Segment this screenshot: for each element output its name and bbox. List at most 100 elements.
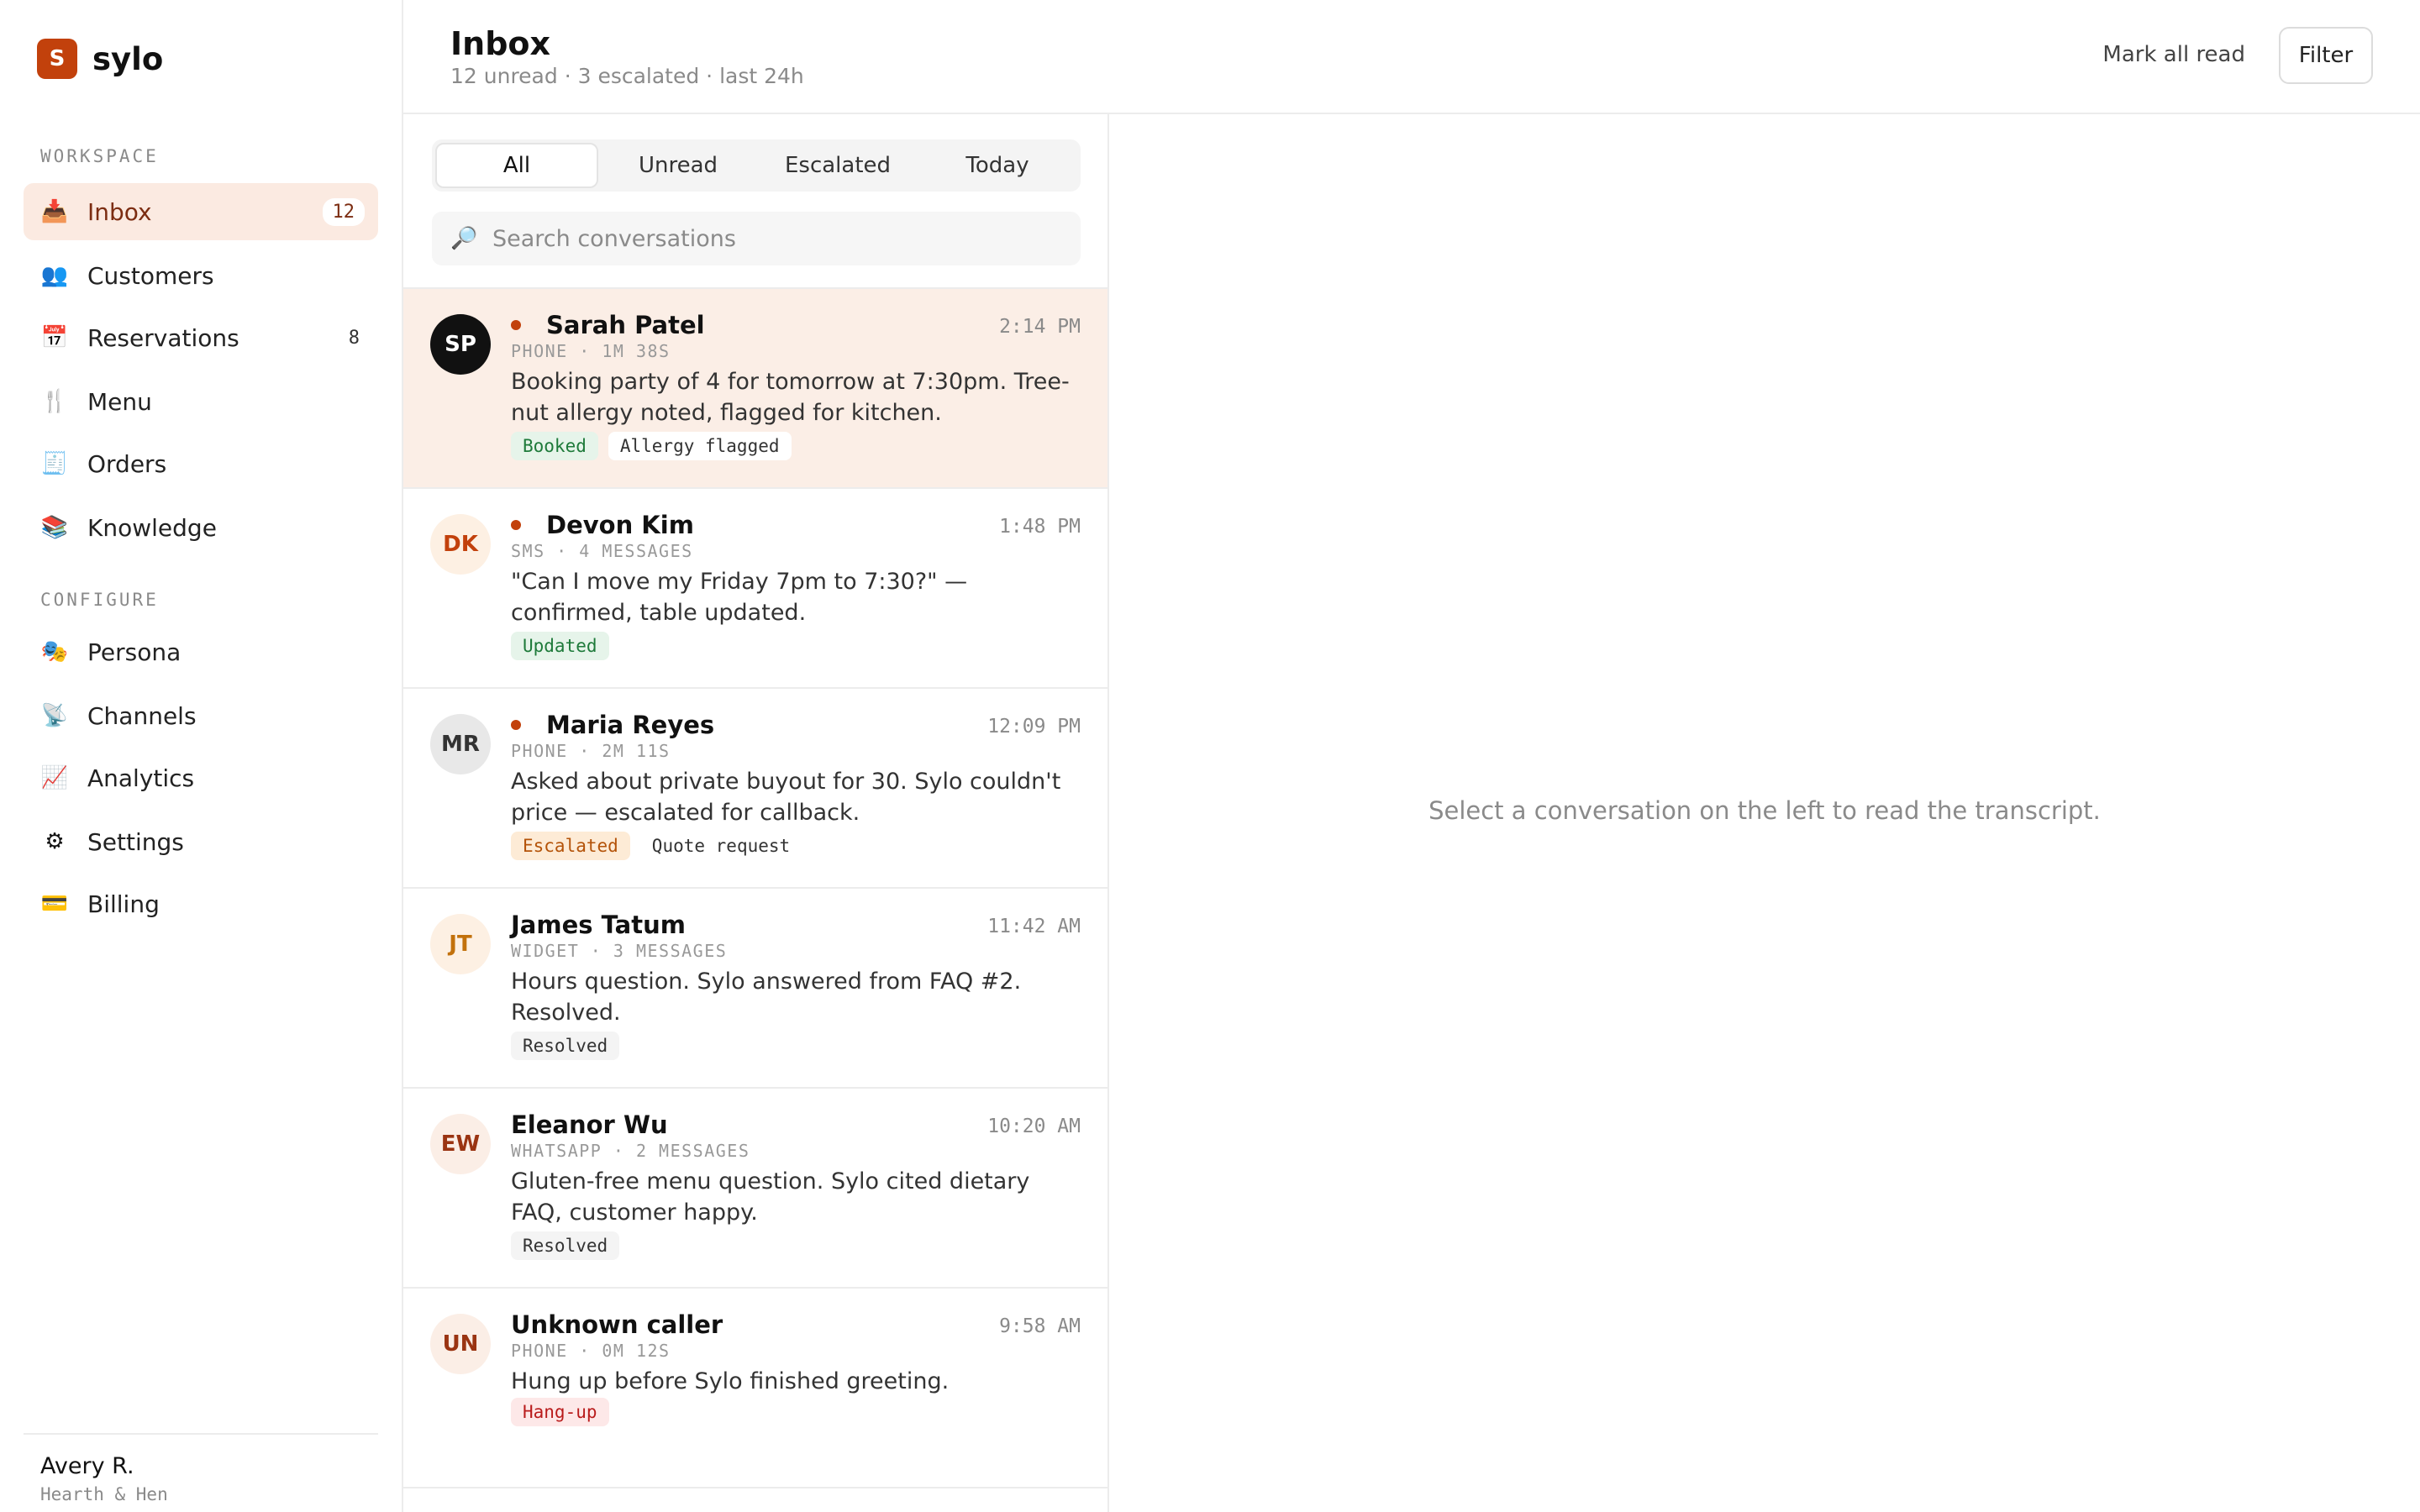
conversation-name-row: Sarah Patel: [511, 311, 705, 339]
status-badge: Booked: [511, 432, 598, 460]
channel-meta: WIDGET · 3 MESSAGES: [511, 941, 728, 961]
timestamp: 9:58 AM: [999, 1315, 1081, 1337]
conversation-summary: Booking party of 4 for tomorrow at 7:30p…: [511, 369, 1070, 426]
user-card[interactable]: Avery R. Hearth & Hen: [24, 1433, 378, 1504]
sidebar-item-count: 8: [348, 327, 360, 349]
user-name: Avery R.: [40, 1453, 134, 1479]
conversation-item[interactable]: JT James Tatum 11:42 AM WIDGET · 3 MESSAGES…: [403, 889, 1107, 1089]
avatar: DK: [430, 514, 491, 575]
timestamp: 12:09 PM: [987, 716, 1081, 738]
logo-icon: S: [37, 39, 77, 79]
timestamp: 10:20 AM: [987, 1116, 1081, 1137]
tab-unread[interactable]: Unread: [598, 143, 758, 188]
sidebar-item-label: Reservations: [87, 323, 239, 352]
conversation-summary: Hung up before Sylo finished greeting.: [511, 1368, 950, 1394]
sidebar-item-label: Customers: [87, 261, 214, 290]
search-icon: 🔎: [450, 226, 478, 251]
sidebar-item-label: Knowledge: [87, 513, 217, 542]
reservations-icon: 📅: [40, 325, 69, 350]
avatar: EW: [430, 1114, 491, 1174]
sidebar-item-label: Analytics: [87, 764, 195, 792]
channel-meta: PHONE · 1M 38S: [511, 341, 671, 361]
page-subtitle: 12 unread · 3 escalated · last 24h: [450, 64, 804, 88]
sidebar-item-knowledge[interactable]: 📚 Knowledge: [24, 499, 378, 556]
brand[interactable]: S sylo: [37, 39, 163, 79]
sidebar-item-label: Channels: [87, 701, 197, 730]
conversation-item[interactable]: EW Eleanor Wu 10:20 AM WHATSAPP · 2 MESSAGE…: [403, 1089, 1107, 1289]
sidebar-item-billing[interactable]: 💳 Billing: [24, 875, 378, 932]
user-org: Hearth & Hen: [40, 1484, 168, 1504]
timestamp: 2:14 PM: [999, 316, 1081, 338]
contact-name: James Tatum: [511, 911, 686, 939]
sidebar-item-label: Settings: [87, 827, 184, 856]
inbox-icon: 📥: [40, 199, 69, 224]
timestamp: 1:48 PM: [999, 516, 1081, 538]
knowledge-icon: 📚: [40, 515, 69, 540]
search-input[interactable]: [492, 225, 1064, 252]
tab-escalated[interactable]: Escalated: [758, 143, 918, 188]
conversation-summary: Asked about private buyout for 30. Sylo …: [511, 769, 1061, 826]
app-root: S sylo WORKSPACE 📥 Inbox 12 👥 Customers 📅 Rese…: [0, 0, 2420, 1512]
status-badge: Escalated: [511, 832, 630, 860]
status-badge: Hang-up: [511, 1398, 609, 1426]
status-badge: Quote request: [639, 832, 802, 860]
conversation-item[interactable]: MR Maria Reyes 12:09 PM PHONE · 2M 11S Asked…: [403, 689, 1107, 889]
sidebar-item-customers[interactable]: 👥 Customers: [24, 247, 378, 304]
sidebar-item-channels[interactable]: 📡 Channels: [24, 687, 378, 744]
timestamp: 11:42 AM: [987, 916, 1081, 937]
sidebar: S sylo WORKSPACE 📥 Inbox 12 👥 Customers 📅 Rese…: [0, 0, 403, 1512]
tag-list: Hang-up: [511, 1398, 619, 1426]
sidebar-item-label: Persona: [87, 638, 182, 666]
conversation-name-row: Unknown caller: [511, 1310, 723, 1339]
persona-icon: 🎭: [40, 639, 69, 664]
tag-list: Updated: [511, 632, 619, 660]
sidebar-item-settings[interactable]: ⚙ Settings: [24, 813, 378, 870]
sidebar-item-analytics[interactable]: 📈 Analytics: [24, 749, 378, 806]
status-badge: Resolved: [511, 1032, 620, 1060]
unread-dot-icon: [511, 520, 521, 530]
customers-icon: 👥: [40, 263, 69, 288]
filter-button[interactable]: Filter: [2279, 27, 2373, 84]
contact-name: Eleanor Wu: [511, 1110, 668, 1139]
sidebar-item-inbox[interactable]: 📥 Inbox 12: [24, 183, 378, 240]
sidebar-item-label: Orders: [87, 449, 167, 478]
tag-list: Resolved: [511, 1032, 629, 1060]
brand-name: sylo: [92, 40, 164, 77]
sidebar-item-label: Menu: [87, 387, 152, 416]
sidebar-item-menu[interactable]: 🍴 Menu: [24, 373, 378, 430]
conversation-item[interactable]: SP Sarah Patel 2:14 PM PHONE · 1M 38S Bookin…: [403, 289, 1107, 489]
sidebar-item-label: Inbox: [87, 197, 152, 226]
sidebar-item-reservations[interactable]: 📅 Reservations 8: [24, 309, 378, 366]
filter-tabs: All Unread Escalated Today: [432, 139, 1081, 192]
billing-icon: 💳: [40, 891, 69, 916]
avatar: MR: [430, 714, 491, 774]
mark-all-read-button[interactable]: Mark all read: [2102, 42, 2245, 67]
sidebar-item-count: 12: [322, 197, 365, 226]
conversation-item[interactable]: DK Devon Kim 1:48 PM SMS · 4 MESSAGES "Can I…: [403, 489, 1107, 689]
tab-all[interactable]: All: [435, 143, 598, 188]
conversation-list: SP Sarah Patel 2:14 PM PHONE · 1M 38S Bookin…: [403, 287, 1107, 1488]
conversation-name-row: James Tatum: [511, 911, 686, 939]
conversation-summary: "Can I move my Friday 7pm to 7:30?" — co…: [511, 569, 968, 626]
page-title: Inbox: [450, 25, 551, 62]
content-body: AllUnreadEscalatedToday 🔎 SPSarah Patel2…: [403, 114, 2420, 1512]
sidebar-item-label: Billing: [87, 890, 160, 918]
tag-list: Booked Allergy flagged: [511, 432, 802, 460]
channels-icon: 📡: [40, 703, 69, 728]
sidebar-item-orders[interactable]: 🧾 Orders: [24, 435, 378, 492]
page-header: Inbox 12 unread · 3 escalated · last 24h…: [403, 0, 2420, 114]
orders-icon: 🧾: [40, 451, 69, 476]
status-badge: Updated: [511, 632, 609, 660]
sidebar-item-persona[interactable]: 🎭 Persona: [24, 623, 378, 680]
conversation-name-row: Maria Reyes: [511, 711, 714, 739]
section-label-configure: CONFIGURE: [40, 590, 159, 610]
search-box[interactable]: 🔎: [432, 212, 1081, 265]
status-badge: Resolved: [511, 1231, 620, 1260]
conversation-name-row: Eleanor Wu: [511, 1110, 668, 1139]
conversation-item[interactable]: UN Unknown caller 9:58 AM PHONE · 0M 12S Hun…: [403, 1289, 1107, 1488]
contact-name: Maria Reyes: [546, 711, 715, 739]
tab-today[interactable]: Today: [918, 143, 1077, 188]
unread-dot-icon: [511, 720, 521, 730]
tag-list: Escalated Quote request: [511, 832, 812, 860]
conversation-summary: Gluten-free menu question. Sylo cited di…: [511, 1168, 1030, 1226]
